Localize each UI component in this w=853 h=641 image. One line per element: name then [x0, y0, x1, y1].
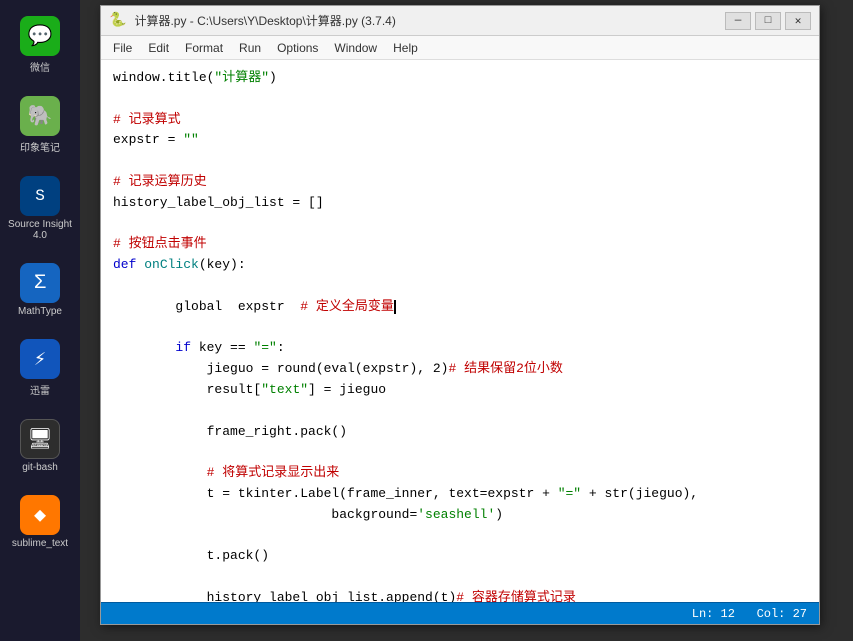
ln-col-indicator: Ln: 12 Col: 27: [692, 607, 807, 621]
menu-window[interactable]: Window: [326, 39, 385, 57]
code-line: [113, 89, 807, 110]
code-line: def onClick(key):: [113, 255, 807, 276]
menu-options[interactable]: Options: [269, 39, 326, 57]
menu-run[interactable]: Run: [231, 39, 269, 57]
editor-body: window.title("计算器") # 记录算式expstr = "" # …: [101, 60, 819, 602]
code-line: [113, 401, 807, 422]
col-number: Col: 27: [757, 607, 807, 621]
code-line: jieguo = round(eval(expstr), 2)# 结果保留2位小…: [113, 359, 807, 380]
code-line: frame_right.pack(): [113, 422, 807, 443]
sidebar-app-sublime[interactable]: ◆ sublime_text: [4, 489, 76, 555]
editor-window: 🐍 计算器.py - C:\Users\Y\Desktop\计算器.py (3.…: [100, 5, 820, 625]
code-line: expstr = "": [113, 130, 807, 151]
sidebar-app-source-insight[interactable]: S Source Insight 4.0: [4, 170, 76, 247]
code-line: # 记录运算历史: [113, 172, 807, 193]
code-line: t = tkinter.Label(frame_inner, text=exps…: [113, 484, 807, 505]
title-bar: 🐍 计算器.py - C:\Users\Y\Desktop\计算器.py (3.…: [101, 6, 819, 36]
code-line: [113, 214, 807, 235]
sidebar-app-git-bash[interactable]: 🖥 git-bash: [4, 413, 76, 479]
code-line: [113, 151, 807, 172]
code-line: history_label_obj_list.append(t)# 容器存储算式…: [113, 588, 807, 602]
thunder-label: 迅雷: [30, 382, 50, 397]
window-controls: — □ ✕: [725, 12, 811, 30]
evernote-icon: 🐘: [20, 96, 60, 136]
code-line: [113, 567, 807, 588]
code-line: window.title("计算器"): [113, 68, 807, 89]
window-title: 计算器.py - C:\Users\Y\Desktop\计算器.py (3.7.…: [134, 12, 717, 29]
code-line: # 记录算式: [113, 110, 807, 131]
minimize-button[interactable]: —: [725, 12, 751, 30]
menu-help[interactable]: Help: [385, 39, 426, 57]
text-cursor: [394, 300, 396, 314]
code-line: background='seashell'): [113, 505, 807, 526]
sidebar: 💬 微信 🐘 印象笔记 S Source Insight 4.0 Σ MathT…: [0, 0, 80, 641]
wechat-icon: 💬: [20, 16, 60, 56]
code-line: global expstr # 定义全局变量: [113, 297, 807, 318]
evernote-label: 印象笔记: [20, 139, 60, 154]
menu-bar: File Edit Format Run Options Window Help: [101, 36, 819, 60]
mathtype-label: MathType: [18, 306, 62, 317]
code-line: [113, 526, 807, 547]
git-bash-label: git-bash: [22, 462, 58, 473]
git-bash-icon: 🖥: [20, 419, 60, 459]
code-line: # 将算式记录显示出来: [113, 463, 807, 484]
maximize-button[interactable]: □: [755, 12, 781, 30]
status-bar: Ln: 12 Col: 27: [101, 602, 819, 624]
thunder-icon: ⚡: [20, 339, 60, 379]
line-number: Ln: 12: [692, 607, 735, 621]
code-line: history_label_obj_list = []: [113, 193, 807, 214]
code-line: result["text"] = jieguo: [113, 380, 807, 401]
code-line: [113, 442, 807, 463]
code-line: [113, 318, 807, 339]
sidebar-app-wechat[interactable]: 💬 微信: [4, 10, 76, 80]
mathtype-icon: Σ: [20, 263, 60, 303]
source-insight-icon: S: [20, 176, 60, 216]
source-insight-label: Source Insight 4.0: [8, 219, 72, 241]
sidebar-app-mathtype[interactable]: Σ MathType: [4, 257, 76, 323]
code-editor[interactable]: window.title("计算器") # 记录算式expstr = "" # …: [101, 60, 819, 602]
wechat-label: 微信: [30, 59, 50, 74]
code-line: # 按钮点击事件: [113, 234, 807, 255]
code-line: t.pack(): [113, 546, 807, 567]
sublime-icon: ◆: [20, 495, 60, 535]
sidebar-app-thunder[interactable]: ⚡ 迅雷: [4, 333, 76, 403]
menu-file[interactable]: File: [105, 39, 140, 57]
sublime-label: sublime_text: [12, 538, 68, 549]
python-icon: 🐍: [109, 12, 126, 29]
sidebar-app-evernote[interactable]: 🐘 印象笔记: [4, 90, 76, 160]
menu-edit[interactable]: Edit: [140, 39, 177, 57]
code-line: [113, 276, 807, 297]
menu-format[interactable]: Format: [177, 39, 231, 57]
close-button[interactable]: ✕: [785, 12, 811, 30]
code-line: if key == "=":: [113, 338, 807, 359]
